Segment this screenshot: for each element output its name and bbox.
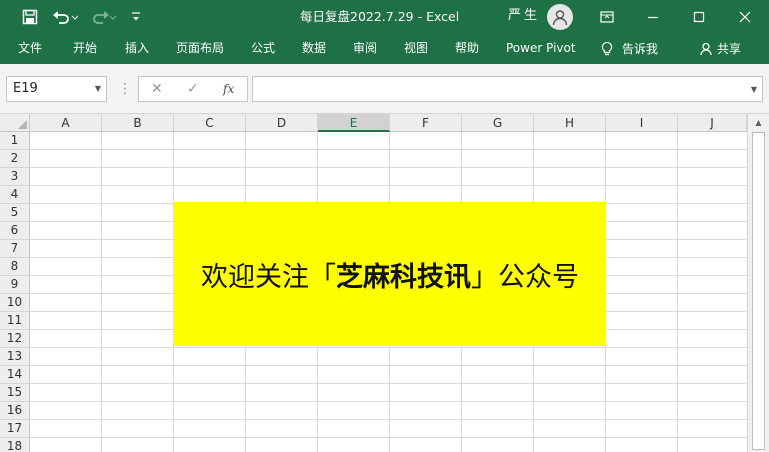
- tab-file[interactable]: 文件: [18, 34, 42, 64]
- column-header-e[interactable]: E: [318, 114, 390, 132]
- row-header-7[interactable]: 7: [0, 240, 30, 258]
- undo-icon[interactable]: [48, 0, 82, 34]
- banner-brand-name: 芝麻科技讯: [336, 261, 471, 293]
- merged-cell-banner[interactable]: 欢迎关注「 芝麻科技讯 」公众号: [174, 202, 606, 346]
- row-header-5[interactable]: 5: [0, 204, 30, 222]
- column-header-f[interactable]: F: [390, 114, 462, 132]
- cancel-icon[interactable]: ✕: [151, 77, 163, 101]
- row-header-11[interactable]: 11: [0, 312, 30, 330]
- expand-formula-bar-icon[interactable]: ▼: [751, 85, 757, 94]
- vertical-scrollbar[interactable]: ▲: [747, 114, 769, 452]
- person-icon: [700, 42, 712, 56]
- redo-icon[interactable]: [86, 0, 120, 34]
- ribbon-tabs: 文件 开始 插入 页面布局 公式 数据 审阅 视图 帮助 Power Pivot…: [0, 34, 769, 64]
- column-header-c[interactable]: C: [174, 114, 246, 132]
- tell-me-button[interactable]: 告诉我: [600, 34, 658, 64]
- row-header-3[interactable]: 3: [0, 168, 30, 186]
- column-header-a[interactable]: A: [30, 114, 102, 132]
- close-icon[interactable]: [722, 0, 768, 34]
- tab-data[interactable]: 数据: [302, 34, 326, 64]
- row-header-17[interactable]: 17: [0, 420, 30, 438]
- row-header-18[interactable]: 18: [0, 438, 30, 452]
- column-header-h[interactable]: H: [534, 114, 606, 132]
- row-header-9[interactable]: 9: [0, 276, 30, 294]
- user-name[interactable]: 严生: [508, 0, 540, 34]
- formula-bar-area: E19 ▼ ⋮ ✕ ✓ fx ▼: [0, 64, 769, 114]
- enter-icon[interactable]: ✓: [187, 77, 199, 101]
- scrollbar-thumb[interactable]: [752, 132, 765, 450]
- row-header-12[interactable]: 12: [0, 330, 30, 348]
- row-header-10[interactable]: 10: [0, 294, 30, 312]
- tab-review[interactable]: 审阅: [353, 34, 377, 64]
- user-icon: [552, 10, 568, 26]
- share-label: 共享: [717, 42, 742, 56]
- tab-view[interactable]: 视图: [404, 34, 428, 64]
- formula-input[interactable]: ▼: [252, 76, 763, 102]
- ribbon-display-options-icon[interactable]: [584, 0, 630, 34]
- row-header-6[interactable]: 6: [0, 222, 30, 240]
- column-header-j[interactable]: J: [678, 114, 747, 132]
- banner-prefix: 欢迎关注「: [201, 261, 336, 293]
- banner-suffix: 」公众号: [471, 261, 579, 293]
- title-bar: 每日复盘2022.7.29 - Excel 严生: [0, 0, 769, 34]
- minimize-icon[interactable]: [630, 0, 676, 34]
- row-header-13[interactable]: 13: [0, 348, 30, 366]
- row-header-4[interactable]: 4: [0, 186, 30, 204]
- row-header-15[interactable]: 15: [0, 384, 30, 402]
- select-all-button[interactable]: [0, 114, 30, 132]
- insert-function-icon[interactable]: fx: [223, 77, 234, 101]
- tab-formulas[interactable]: 公式: [251, 34, 275, 64]
- row-header-1[interactable]: 1: [0, 132, 30, 150]
- row-header-8[interactable]: 8: [0, 258, 30, 276]
- tab-help[interactable]: 帮助: [455, 34, 479, 64]
- tab-power-pivot[interactable]: Power Pivot: [506, 34, 576, 64]
- column-header-d[interactable]: D: [246, 114, 318, 132]
- column-header-b[interactable]: B: [102, 114, 174, 132]
- row-header-14[interactable]: 14: [0, 366, 30, 384]
- row-header-16[interactable]: 16: [0, 402, 30, 420]
- lightbulb-icon: [601, 41, 613, 56]
- row-header-2[interactable]: 2: [0, 150, 30, 168]
- splitter-handle[interactable]: ⋮: [118, 78, 132, 100]
- tab-home[interactable]: 开始: [73, 34, 97, 64]
- maximize-icon[interactable]: [676, 0, 722, 34]
- column-header-g[interactable]: G: [462, 114, 534, 132]
- scroll-up-icon[interactable]: ▲: [748, 116, 769, 130]
- customize-icon[interactable]: [126, 0, 146, 34]
- column-header-i[interactable]: I: [606, 114, 678, 132]
- save-icon[interactable]: [14, 0, 46, 34]
- tab-page-layout[interactable]: 页面布局: [176, 34, 224, 64]
- chevron-down-icon[interactable]: ▼: [95, 77, 101, 101]
- name-box-value: E19: [13, 81, 38, 96]
- tab-insert[interactable]: 插入: [125, 34, 149, 64]
- formula-buttons: ✕ ✓ fx: [138, 76, 248, 102]
- window-title: 每日复盘2022.7.29 - Excel: [300, 9, 460, 24]
- name-box[interactable]: E19 ▼: [6, 76, 107, 102]
- share-button[interactable]: 共享: [700, 34, 741, 64]
- tell-me-label: 告诉我: [622, 42, 659, 56]
- avatar[interactable]: [547, 4, 573, 30]
